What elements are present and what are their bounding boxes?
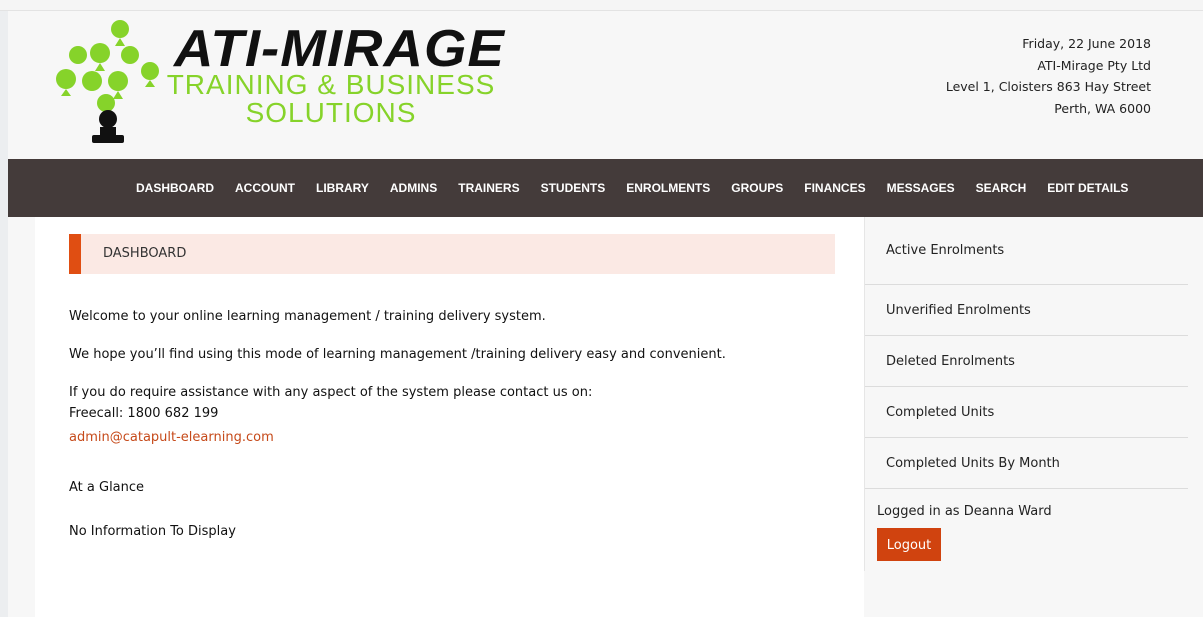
- nav-account[interactable]: ACCOUNT: [235, 181, 295, 195]
- site-header: ATI-MIRAGE TRAINING & BUSINESS SOLUTIONS…: [8, 11, 1203, 159]
- logo-subtitle-line2: SOLUTIONS: [245, 97, 417, 128]
- main-content: DASHBOARD Welcome to your online learnin…: [35, 217, 864, 617]
- address-line2: Perth, WA 6000: [1054, 100, 1151, 116]
- section-title-bar: DASHBOARD: [69, 234, 835, 274]
- page-frame: ATI-MIRAGE TRAINING & BUSINESS SOLUTIONS…: [8, 11, 1203, 617]
- nav-library[interactable]: LIBRARY: [316, 181, 369, 195]
- sidebar: Active Enrolments Unverified Enrolments …: [864, 217, 1188, 571]
- welcome-text: Welcome to your online learning manageme…: [69, 309, 546, 324]
- support-email-link[interactable]: admin@catapult-elearning.com: [69, 430, 274, 445]
- sidebar-item-active-enrolments[interactable]: Active Enrolments: [865, 217, 1188, 285]
- nav-edit-details[interactable]: EDIT DETAILS: [1047, 181, 1128, 195]
- tree-people-logo-icon: [56, 20, 159, 143]
- nav-search[interactable]: SEARCH: [976, 181, 1027, 195]
- company-name: ATI-Mirage Pty Ltd: [1037, 57, 1151, 73]
- sidebar-item-unverified-enrolments[interactable]: Unverified Enrolments: [865, 285, 1188, 336]
- nav-dashboard[interactable]: DASHBOARD: [136, 181, 214, 195]
- freecall-text: Freecall: 1800 682 199: [69, 406, 219, 421]
- no-info-text: No Information To Display: [69, 524, 236, 539]
- header-address-block: Friday, 22 June 2018 ATI-Mirage Pty Ltd …: [946, 33, 1151, 119]
- address-line1: Level 1, Cloisters 863 Hay Street: [945, 79, 1151, 94]
- nav-groups[interactable]: GROUPS: [731, 181, 783, 195]
- assist-text: If you do require assistance with any as…: [69, 385, 593, 400]
- browser-top-edge: [0, 0, 1203, 11]
- sidebar-menu: Active Enrolments Unverified Enrolments …: [865, 217, 1188, 489]
- section-title: DASHBOARD: [103, 246, 187, 261]
- current-date: Friday, 22 June 2018: [1022, 36, 1151, 51]
- nav-finances[interactable]: FINANCES: [804, 181, 865, 195]
- nav-trainers[interactable]: TRAINERS: [458, 181, 519, 195]
- nav-admins[interactable]: ADMINS: [390, 181, 437, 195]
- nav-messages[interactable]: MESSAGES: [887, 181, 955, 195]
- logout-button[interactable]: Logout: [877, 528, 941, 561]
- ati-mirage-logo[interactable]: ATI-MIRAGE TRAINING & BUSINESS SOLUTIONS: [54, 19, 504, 149]
- at-a-glance-heading: At a Glance: [69, 480, 145, 495]
- sidebar-item-deleted-enrolments[interactable]: Deleted Enrolments: [865, 336, 1188, 387]
- sidebar-item-completed-units-by-month[interactable]: Completed Units By Month: [865, 438, 1188, 489]
- logo-subtitle: TRAINING & BUSINESS SOLUTIONS: [166, 71, 496, 127]
- nav-enrolments[interactable]: ENROLMENTS: [626, 181, 710, 195]
- nav-students[interactable]: STUDENTS: [541, 181, 606, 195]
- main-nav-bar: DASHBOARD ACCOUNT LIBRARY ADMINS TRAINER…: [8, 159, 1203, 217]
- sidebar-item-completed-units[interactable]: Completed Units: [865, 387, 1188, 438]
- logged-in-label: Logged in as Deanna Ward: [877, 504, 1052, 519]
- logo-subtitle-line1: TRAINING & BUSINESS: [166, 69, 496, 100]
- hope-text: We hope you’ll find using this mode of l…: [69, 347, 726, 362]
